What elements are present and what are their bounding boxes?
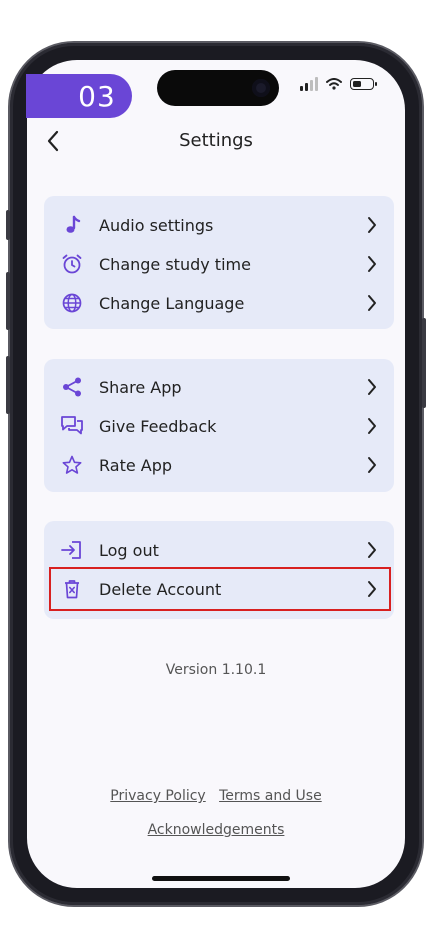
change-language-label: Change Language — [99, 293, 245, 313]
action-button — [6, 210, 10, 240]
chevron-right-icon — [364, 540, 380, 560]
privacy-policy-link[interactable]: Privacy Policy — [110, 788, 205, 804]
acknowledgements-container: Acknowledgements — [0, 822, 432, 838]
chevron-right-icon — [364, 455, 380, 475]
battery-icon — [350, 78, 377, 90]
settings-group-preferences: Audio settings Change study time Change … — [44, 196, 394, 329]
app-version: Version 1.10.1 — [165, 662, 267, 678]
camera-icon — [252, 79, 270, 97]
rate-app-label: Rate App — [99, 455, 173, 475]
star-icon — [60, 453, 84, 477]
feedback-chat-icon — [60, 414, 84, 438]
give-feedback-row[interactable]: Give Feedback — [44, 407, 394, 445]
settings-group-app: Share App Give Feedback Rate App — [44, 359, 394, 492]
wifi-icon — [326, 78, 342, 90]
rate-app-row[interactable]: Rate App — [44, 446, 394, 484]
page-title: Settings — [179, 130, 253, 151]
log-out-row[interactable]: Log out — [44, 531, 394, 569]
give-feedback-label: Give Feedback — [99, 416, 217, 436]
change-study-time-label: Change study time — [99, 254, 251, 274]
cellular-signal-icon — [300, 77, 318, 91]
share-app-row[interactable]: Share App — [44, 368, 394, 406]
step-badge: 03 — [26, 74, 132, 118]
chevron-right-icon — [364, 254, 380, 274]
audio-settings-label: Audio settings — [99, 215, 214, 235]
volume-up-button — [6, 272, 10, 330]
delete-account-highlight — [49, 567, 391, 611]
acknowledgements-link[interactable]: Acknowledgements — [148, 822, 285, 838]
power-button — [422, 318, 426, 408]
log-out-label: Log out — [99, 540, 159, 560]
change-study-time-row[interactable]: Change study time — [44, 245, 394, 283]
terms-and-use-link[interactable]: Terms and Use — [219, 788, 322, 804]
chevron-right-icon — [364, 293, 380, 313]
status-bar-icons — [300, 74, 377, 94]
logout-icon — [60, 538, 84, 562]
globe-icon — [60, 291, 84, 315]
chevron-right-icon — [364, 416, 380, 436]
volume-down-button — [6, 356, 10, 414]
chevron-right-icon — [364, 377, 380, 397]
audio-settings-row[interactable]: Audio settings — [44, 206, 394, 244]
chevron-right-icon — [364, 215, 380, 235]
music-note-icon — [60, 213, 84, 237]
alarm-clock-icon — [60, 252, 84, 276]
home-indicator[interactable] — [152, 876, 290, 881]
footer-links: Privacy Policy Terms and Use — [0, 788, 432, 804]
change-language-row[interactable]: Change Language — [44, 284, 394, 322]
share-icon — [60, 375, 84, 399]
share-app-label: Share App — [99, 377, 182, 397]
